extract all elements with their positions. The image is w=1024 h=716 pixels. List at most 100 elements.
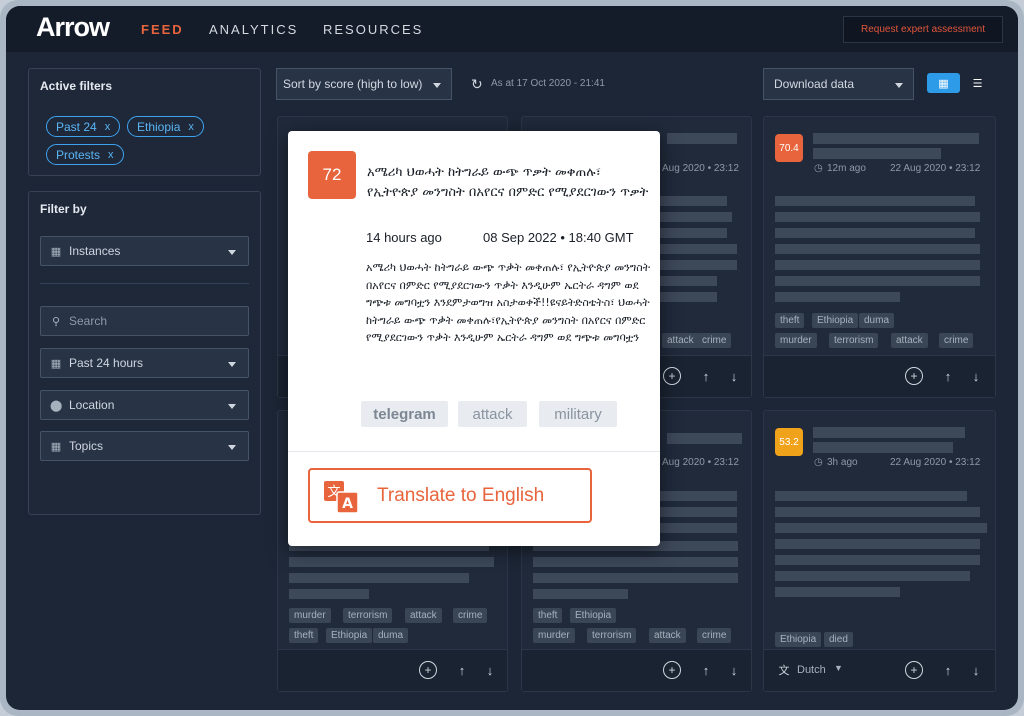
card-tag[interactable]: terrorism xyxy=(343,608,393,623)
arrow-up-icon[interactable]: ↑ xyxy=(697,367,715,385)
placeholder-line xyxy=(775,539,980,549)
card-tag[interactable]: duma xyxy=(373,628,409,643)
sort-dropdown[interactable]: Sort by score (high to low) xyxy=(276,68,452,100)
active-filters-panel: Active filters Past 24 x Ethiopia x Prot… xyxy=(28,68,261,176)
remove-chip-icon[interactable]: x xyxy=(108,149,114,161)
time-range-dropdown[interactable]: ▦ Past 24 hours xyxy=(40,348,249,378)
top-bar: Arrow FEED ANALYTICS RESOURCES Request e… xyxy=(6,6,1018,52)
arrow-up-icon[interactable]: ↑ xyxy=(697,661,715,679)
as-at-timestamp: As at 17 Oct 2020 - 21:41 xyxy=(491,78,605,89)
remove-chip-icon[interactable]: x xyxy=(105,121,111,133)
card-tag[interactable]: attack xyxy=(891,333,928,348)
card-tag[interactable]: murder xyxy=(289,608,331,623)
svg-text:A: A xyxy=(342,496,353,512)
card-tag[interactable]: Ethiopia xyxy=(570,608,617,623)
chevron-down-icon[interactable]: ▼ xyxy=(834,663,843,673)
app-logo[interactable]: Arrow xyxy=(36,12,110,43)
location-label: Location xyxy=(69,398,115,412)
clock-icon: ◷ xyxy=(814,163,823,174)
card-tag[interactable]: theft xyxy=(289,628,319,643)
nav-resources[interactable]: RESOURCES xyxy=(323,22,423,37)
nav-analytics[interactable]: ANALYTICS xyxy=(209,22,298,37)
remove-chip-icon[interactable]: x xyxy=(188,121,194,133)
card-tag[interactable]: crime xyxy=(939,333,974,348)
feed-card[interactable]: 70.4 ◷ 12m ago 22 Aug 2020 • 23:12 theft… xyxy=(763,116,996,398)
filter-chip-ethiopia[interactable]: Ethiopia x xyxy=(127,116,204,137)
filter-chip-protests[interactable]: Protests x xyxy=(46,144,124,165)
chip-label: Protests xyxy=(56,147,101,162)
placeholder-line xyxy=(667,433,742,444)
card-tag[interactable]: crime xyxy=(453,608,488,623)
card-date: 22 Aug 2020 • 23:12 xyxy=(890,163,981,174)
add-circle-icon[interactable]: + xyxy=(905,661,923,679)
arrow-down-icon[interactable]: ↓ xyxy=(725,661,743,679)
translate-icon: 文 A xyxy=(324,481,358,513)
arrow-down-icon[interactable]: ↓ xyxy=(481,661,499,679)
card-tag[interactable]: duma xyxy=(859,313,895,328)
arrow-up-icon[interactable]: ↑ xyxy=(939,661,957,679)
placeholder-line xyxy=(775,212,980,222)
chevron-down-icon xyxy=(433,83,441,88)
placeholder-line xyxy=(657,260,737,270)
chevron-down-icon xyxy=(228,445,236,450)
card-tag[interactable]: Ethiopia xyxy=(775,632,822,647)
nav-feed[interactable]: FEED xyxy=(141,22,184,37)
arrow-down-icon[interactable]: ↓ xyxy=(967,661,985,679)
card-tag[interactable]: crime xyxy=(697,628,732,643)
placeholder-line xyxy=(775,228,975,238)
calendar-icon: ▦ xyxy=(50,441,62,453)
modal-post-age: 14 hours ago xyxy=(366,230,442,245)
download-data-dropdown[interactable]: Download data xyxy=(763,68,914,100)
card-tag[interactable]: terrorism xyxy=(587,628,637,643)
chevron-down-icon xyxy=(895,83,903,88)
card-tag[interactable]: Ethiopia xyxy=(326,628,373,643)
instances-label: Instances xyxy=(69,244,121,258)
card-tag[interactable]: theft xyxy=(775,313,805,328)
arrow-down-icon[interactable]: ↓ xyxy=(967,367,985,385)
arrow-up-icon[interactable]: ↑ xyxy=(453,661,471,679)
modal-tag-attack[interactable]: attack xyxy=(458,401,527,427)
placeholder-line xyxy=(657,276,717,286)
card-tag[interactable]: attack xyxy=(662,333,699,348)
modal-tag-telegram[interactable]: telegram xyxy=(361,401,448,427)
add-circle-icon[interactable]: + xyxy=(663,661,681,679)
location-dropdown[interactable]: ⬤ Location xyxy=(40,390,249,420)
request-assessment-button[interactable]: Request expert assessment xyxy=(843,16,1003,43)
card-tag[interactable]: crime xyxy=(697,333,732,348)
card-tag[interactable]: attack xyxy=(649,628,686,643)
card-tag[interactable]: murder xyxy=(775,333,817,348)
placeholder-line xyxy=(775,244,980,254)
refresh-icon[interactable]: ↻ xyxy=(471,76,483,93)
modal-tag-military[interactable]: military xyxy=(539,401,617,427)
placeholder-line xyxy=(775,571,970,581)
placeholder-line xyxy=(289,589,369,599)
card-tag[interactable]: Ethiopia xyxy=(812,313,859,328)
card-tag[interactable]: terrorism xyxy=(829,333,879,348)
card-footer: + ↑ ↓ xyxy=(522,649,751,691)
card-tag[interactable]: died xyxy=(824,632,853,647)
add-circle-icon[interactable]: + xyxy=(419,661,437,679)
grid-view-icon[interactable]: ▦ xyxy=(927,73,960,93)
score-value: 53.2 xyxy=(779,436,799,448)
add-circle-icon[interactable]: + xyxy=(905,367,923,385)
card-tag[interactable]: attack xyxy=(405,608,442,623)
card-tag[interactable]: theft xyxy=(533,608,563,623)
language-select[interactable]: Dutch xyxy=(797,664,826,676)
filter-chip-past-24[interactable]: Past 24 x xyxy=(46,116,121,137)
placeholder-line xyxy=(813,427,965,438)
translate-to-english-button[interactable]: 文 A Translate to English xyxy=(308,468,592,523)
arrow-down-icon[interactable]: ↓ xyxy=(725,367,743,385)
arrow-up-icon[interactable]: ↑ xyxy=(939,367,957,385)
topics-dropdown[interactable]: ▦ Topics xyxy=(40,431,249,461)
location-pin-icon: ⬤ xyxy=(50,400,63,412)
translate-icon[interactable]: 文 xyxy=(775,661,793,679)
placeholder-line xyxy=(533,589,628,599)
placeholder-line xyxy=(775,507,980,517)
instances-dropdown[interactable]: ▦ Instances xyxy=(40,236,249,266)
device-frame: Arrow FEED ANALYTICS RESOURCES Request e… xyxy=(0,0,1024,716)
feed-card[interactable]: 53.2 ◷ 3h ago 22 Aug 2020 • 23:12 Ethiop… xyxy=(763,410,996,692)
add-circle-icon[interactable]: + xyxy=(663,367,681,385)
search-input[interactable]: ⚲ Search xyxy=(40,306,249,336)
list-view-icon[interactable]: ☰ xyxy=(961,73,994,93)
card-tag[interactable]: murder xyxy=(533,628,575,643)
